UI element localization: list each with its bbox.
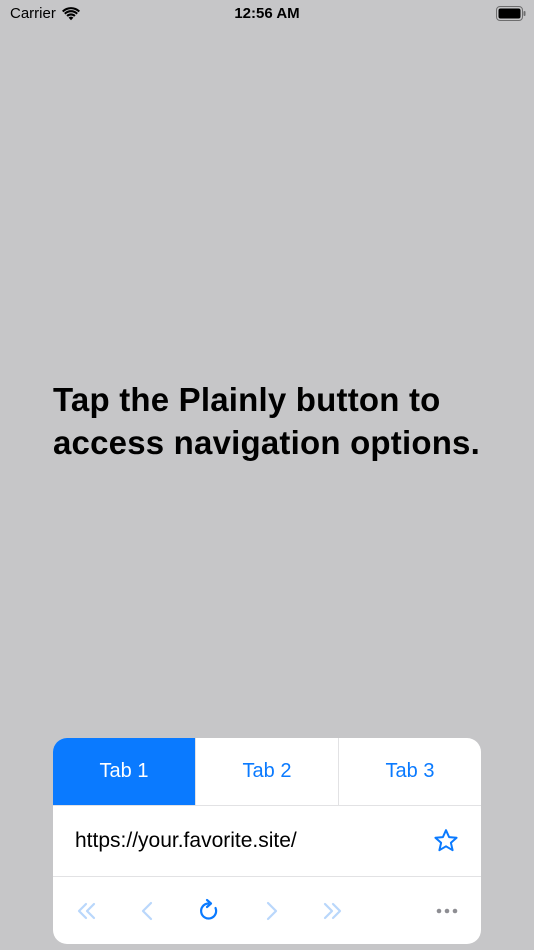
more-icon[interactable] [434,898,460,924]
double-chevron-left-icon[interactable] [74,898,100,924]
star-outline-icon[interactable] [433,828,459,854]
status-time: 12:56 AM [234,5,300,22]
navigation-toolbar [53,877,481,944]
url-field[interactable]: https://your.favorite.site/ [75,829,433,853]
tab-1[interactable]: Tab 1 [53,738,195,805]
url-row: https://your.favorite.site/ [53,806,481,877]
chevron-right-icon[interactable] [258,898,284,924]
tab-2[interactable]: Tab 2 [195,738,338,805]
status-bar: Carrier 12:56 AM [0,0,534,28]
instruction-text: Tap the Plainly button to access navigat… [53,381,480,461]
chevron-left-icon[interactable] [135,898,161,924]
tab-bar: Tab 1 Tab 2 Tab 3 [53,738,481,806]
tab-3[interactable]: Tab 3 [338,738,481,805]
reload-icon[interactable] [196,898,222,924]
battery-icon [496,6,526,21]
plainly-panel: Tab 1 Tab 2 Tab 3 https://your.favorite.… [53,738,481,944]
double-chevron-right-icon[interactable] [319,898,345,924]
